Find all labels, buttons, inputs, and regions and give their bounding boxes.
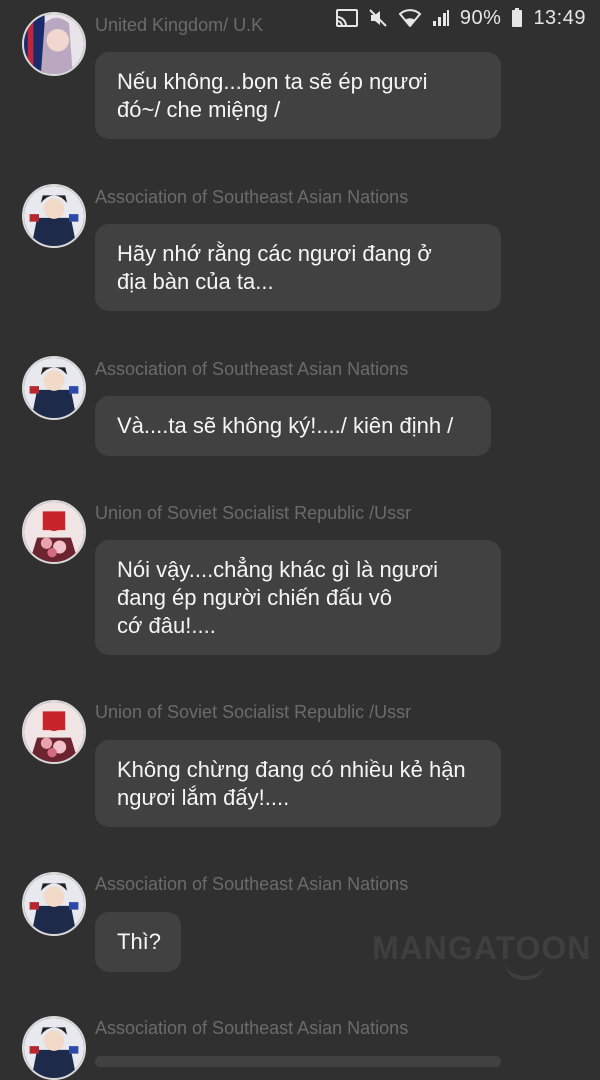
ussr-avatar[interactable] (22, 500, 86, 564)
asean-avatar[interactable] (22, 872, 86, 936)
watermark: MANGATOON (372, 930, 592, 966)
watermark-smile (505, 962, 545, 980)
signal-icon (432, 9, 450, 27)
cast-icon (335, 9, 358, 27)
ussr-avatar[interactable] (22, 700, 86, 764)
message-bubble[interactable]: Hãy nhớ rằng các ngươi đang ở địa bàn củ… (95, 224, 501, 311)
uk-avatar[interactable] (22, 12, 86, 76)
asean-avatar[interactable] (22, 356, 86, 420)
message-bubble[interactable]: Thì? (95, 912, 181, 972)
sender-name: Association of Southeast Asian Nations (95, 187, 409, 207)
sender-name: Association of Southeast Asian Nations (95, 359, 409, 379)
asean-avatar[interactable] (22, 1016, 86, 1080)
wifi-icon (398, 9, 422, 27)
mute-icon (368, 8, 388, 28)
message-bubble[interactable]: Nếu không...bọn ta sẽ ép ngươi đó~/ che … (95, 52, 501, 139)
battery-icon (511, 8, 523, 28)
message-bubble[interactable]: Nói vậy....chẳng khác gì là ngươi đang é… (95, 540, 501, 655)
sender-name: Union of Soviet Socialist Republic /Ussr (95, 503, 412, 523)
battery-percent: 90% (459, 6, 502, 29)
status-bar: 90% 13:49 (335, 0, 600, 36)
sender-name: Union of Soviet Socialist Republic /Ussr (95, 702, 412, 722)
message-bubble[interactable]: Và....ta sẽ không ký!..../ kiên định / (95, 396, 491, 456)
message-bubble[interactable]: Không chừng đang có nhiều kẻ hận ngươi l… (95, 740, 501, 827)
message-bubble[interactable] (95, 1056, 501, 1067)
sender-name: United Kingdom/ U.K (95, 15, 264, 35)
sender-name: Association of Southeast Asian Nations (95, 874, 409, 894)
clock: 13:49 (533, 6, 586, 29)
sender-name: Association of Southeast Asian Nations (95, 1018, 409, 1038)
asean-avatar[interactable] (22, 184, 86, 248)
